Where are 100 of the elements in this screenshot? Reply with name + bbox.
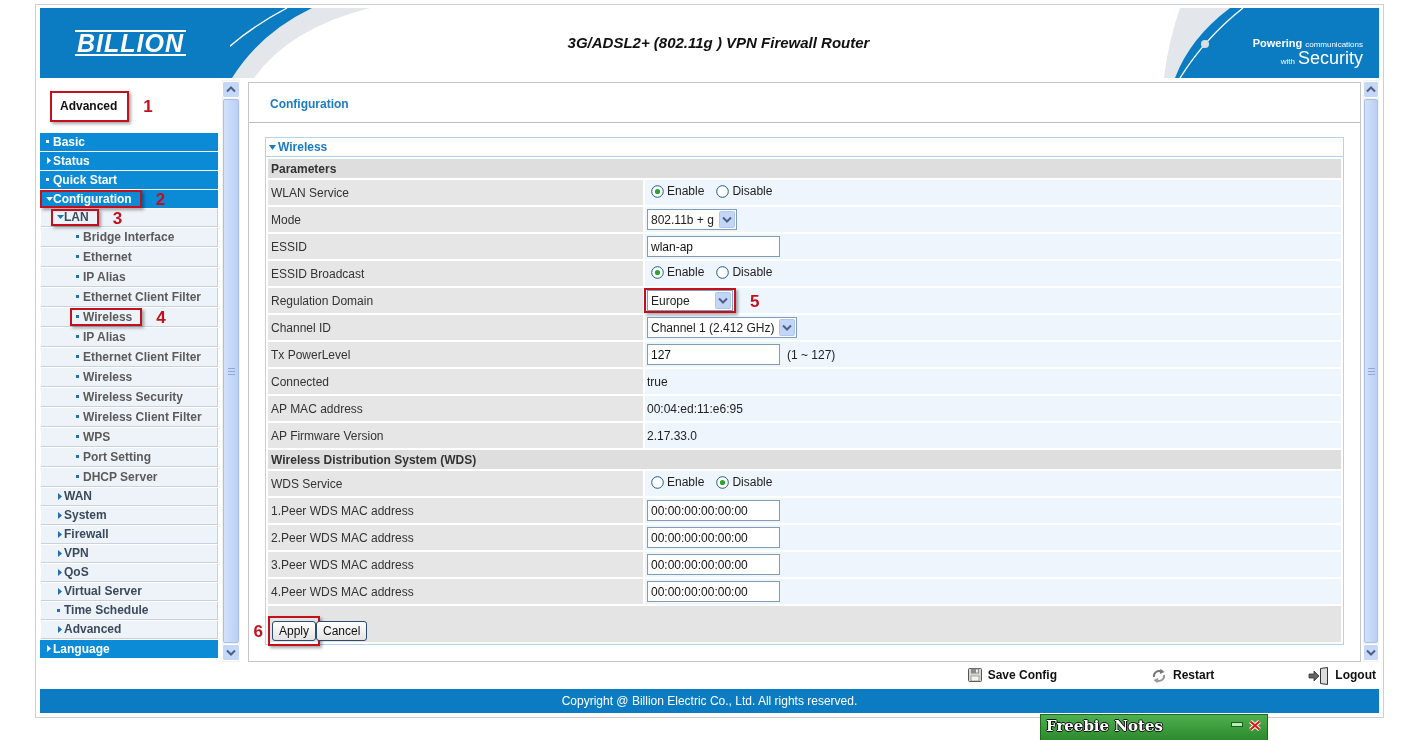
door-arrow-icon (1308, 666, 1330, 685)
logout-link[interactable]: Logout (1308, 666, 1376, 685)
radio-option[interactable]: Enable (651, 265, 705, 280)
annotation-number: 6 (253, 622, 263, 640)
field-label: 2.Peer WDS MAC address (268, 525, 643, 551)
field-value: 2.17.33.0 (645, 423, 1341, 449)
field-label: 3.Peer WDS MAC address (268, 552, 643, 578)
menu-link[interactable]: Language (46, 641, 110, 657)
field-label: 1.Peer WDS MAC address (268, 498, 643, 524)
bullet-icon (57, 609, 60, 612)
range-hint: (1 ~ 127) (787, 347, 836, 362)
radio-option[interactable]: Enable (651, 184, 705, 199)
dropdown[interactable]: Channel 1 (2.412 GHz) (647, 317, 798, 339)
annotation-number: 2 (155, 190, 166, 208)
menu-link[interactable]: WAN (57, 489, 92, 504)
field-value: 00:04:ed:11:e6:95 (645, 396, 1341, 422)
bullet-icon (76, 335, 79, 339)
radio-option[interactable]: Disable (716, 475, 773, 490)
menu-link[interactable]: DHCP Server (76, 469, 158, 485)
menu-link[interactable]: Port Setting (76, 449, 151, 465)
sidebar-title: Advanced (60, 99, 118, 114)
text-field[interactable]: 00:00:00:00:00:00 (647, 581, 780, 603)
field-label: Tx PowerLevel (268, 342, 643, 368)
minimize-icon[interactable] (1231, 722, 1243, 727)
grip-icon (1367, 367, 1375, 375)
restart-link[interactable]: Restart (1151, 667, 1215, 684)
slogan-text: Powering (1252, 37, 1303, 49)
field-label: Connected (268, 369, 643, 395)
text-field[interactable]: 127 (647, 344, 780, 366)
field-label: Channel ID (268, 315, 643, 341)
menu-link[interactable]: LAN (57, 210, 89, 225)
slogan-text: Security (1297, 48, 1363, 67)
close-icon[interactable] (1249, 720, 1261, 731)
chevron-up-icon[interactable] (1363, 81, 1379, 98)
group-header: Parameters (268, 159, 1341, 179)
action-button[interactable]: Apply (272, 621, 317, 642)
annotation-number: 1 (143, 98, 153, 115)
menu-link[interactable]: Quick Start (46, 172, 118, 188)
menu-link[interactable]: Time Schedule (57, 603, 149, 618)
section-header[interactable]: Wireless (266, 138, 1343, 158)
menu-link[interactable]: System (57, 508, 107, 523)
bullet-icon (76, 435, 79, 439)
brand-logo: BILLION (75, 30, 186, 56)
menu-link[interactable]: Advanced (57, 622, 122, 637)
bullet-icon (46, 140, 49, 144)
radio-option[interactable]: Disable (716, 265, 773, 280)
menu-link[interactable]: Configuration (46, 191, 132, 207)
chevron-up-icon[interactable] (222, 81, 240, 98)
bullet-icon (76, 255, 79, 259)
menu-link[interactable]: IP Alias (76, 269, 126, 285)
radio-option[interactable]: Disable (716, 184, 773, 199)
field-label: Regulation Domain (268, 288, 643, 314)
text-field[interactable]: wlan-ap (647, 236, 780, 258)
bullet-icon (76, 315, 79, 319)
slogan-text: communications (1305, 40, 1363, 49)
bullet-icon (76, 455, 79, 459)
annotation-number: 5 (750, 292, 760, 310)
menu-link[interactable]: Virtual Server (57, 584, 142, 599)
text-field[interactable]: 00:00:00:00:00:00 (647, 554, 780, 576)
menu-link[interactable]: Wireless Security (76, 389, 183, 405)
bullet-icon (76, 235, 79, 239)
menu-link[interactable]: Ethernet (76, 249, 132, 265)
field-label: Mode (268, 207, 643, 233)
bullet-icon (76, 295, 79, 299)
menu-link[interactable]: WPS (76, 429, 111, 445)
bullet-icon (76, 415, 79, 419)
bullet-icon (76, 375, 79, 379)
bullet-icon (76, 355, 79, 359)
scrollbar-thumb[interactable] (1364, 99, 1378, 643)
chevron-down-icon[interactable] (1363, 644, 1379, 661)
menu-link[interactable]: QoS (57, 565, 89, 580)
menu-link[interactable]: Wireless Client Filter (76, 409, 202, 425)
menu-link[interactable]: Ethernet Client Filter (76, 349, 201, 365)
radio-option[interactable]: Enable (651, 475, 705, 490)
menu-link[interactable]: Firewall (57, 527, 109, 542)
text-field[interactable]: 00:00:00:00:00:00 (647, 527, 780, 549)
menu-link[interactable]: Ethernet Client Filter (76, 289, 201, 305)
scrollbar-thumb[interactable] (223, 99, 239, 643)
bullet-icon (76, 275, 79, 279)
menu-link[interactable]: Status (46, 153, 90, 169)
bullet-icon (76, 395, 79, 399)
field-label: WDS Service (268, 471, 643, 497)
menu-link[interactable]: VPN (57, 546, 89, 561)
annotation-number: 4 (156, 308, 166, 326)
chevron-down-icon[interactable] (222, 644, 240, 661)
field-label: ESSID (268, 234, 643, 260)
field-label: AP MAC address (268, 396, 643, 422)
dropdown[interactable]: Europe (647, 290, 733, 312)
menu-link[interactable]: Basic (46, 134, 86, 150)
page-title: Configuration (270, 97, 349, 111)
menu-link[interactable]: IP Alias (76, 329, 126, 345)
dropdown[interactable]: 802.11b + g (647, 209, 737, 231)
text-field[interactable]: 00:00:00:00:00:00 (647, 500, 780, 522)
product-title: 3G/ADSL2+ (802.11g ) VPN Firewall Router (567, 34, 870, 52)
save-config-link[interactable]: Save Config (967, 668, 1057, 683)
copyright-text: Copyright @ Billion Electric Co., Ltd. All rights reserved. (561, 693, 858, 709)
menu-link[interactable]: Wireless (76, 369, 133, 385)
menu-link[interactable]: Bridge Interface (76, 229, 175, 245)
menu-link[interactable]: Wireless (76, 309, 133, 325)
action-button[interactable]: Cancel (316, 621, 368, 642)
